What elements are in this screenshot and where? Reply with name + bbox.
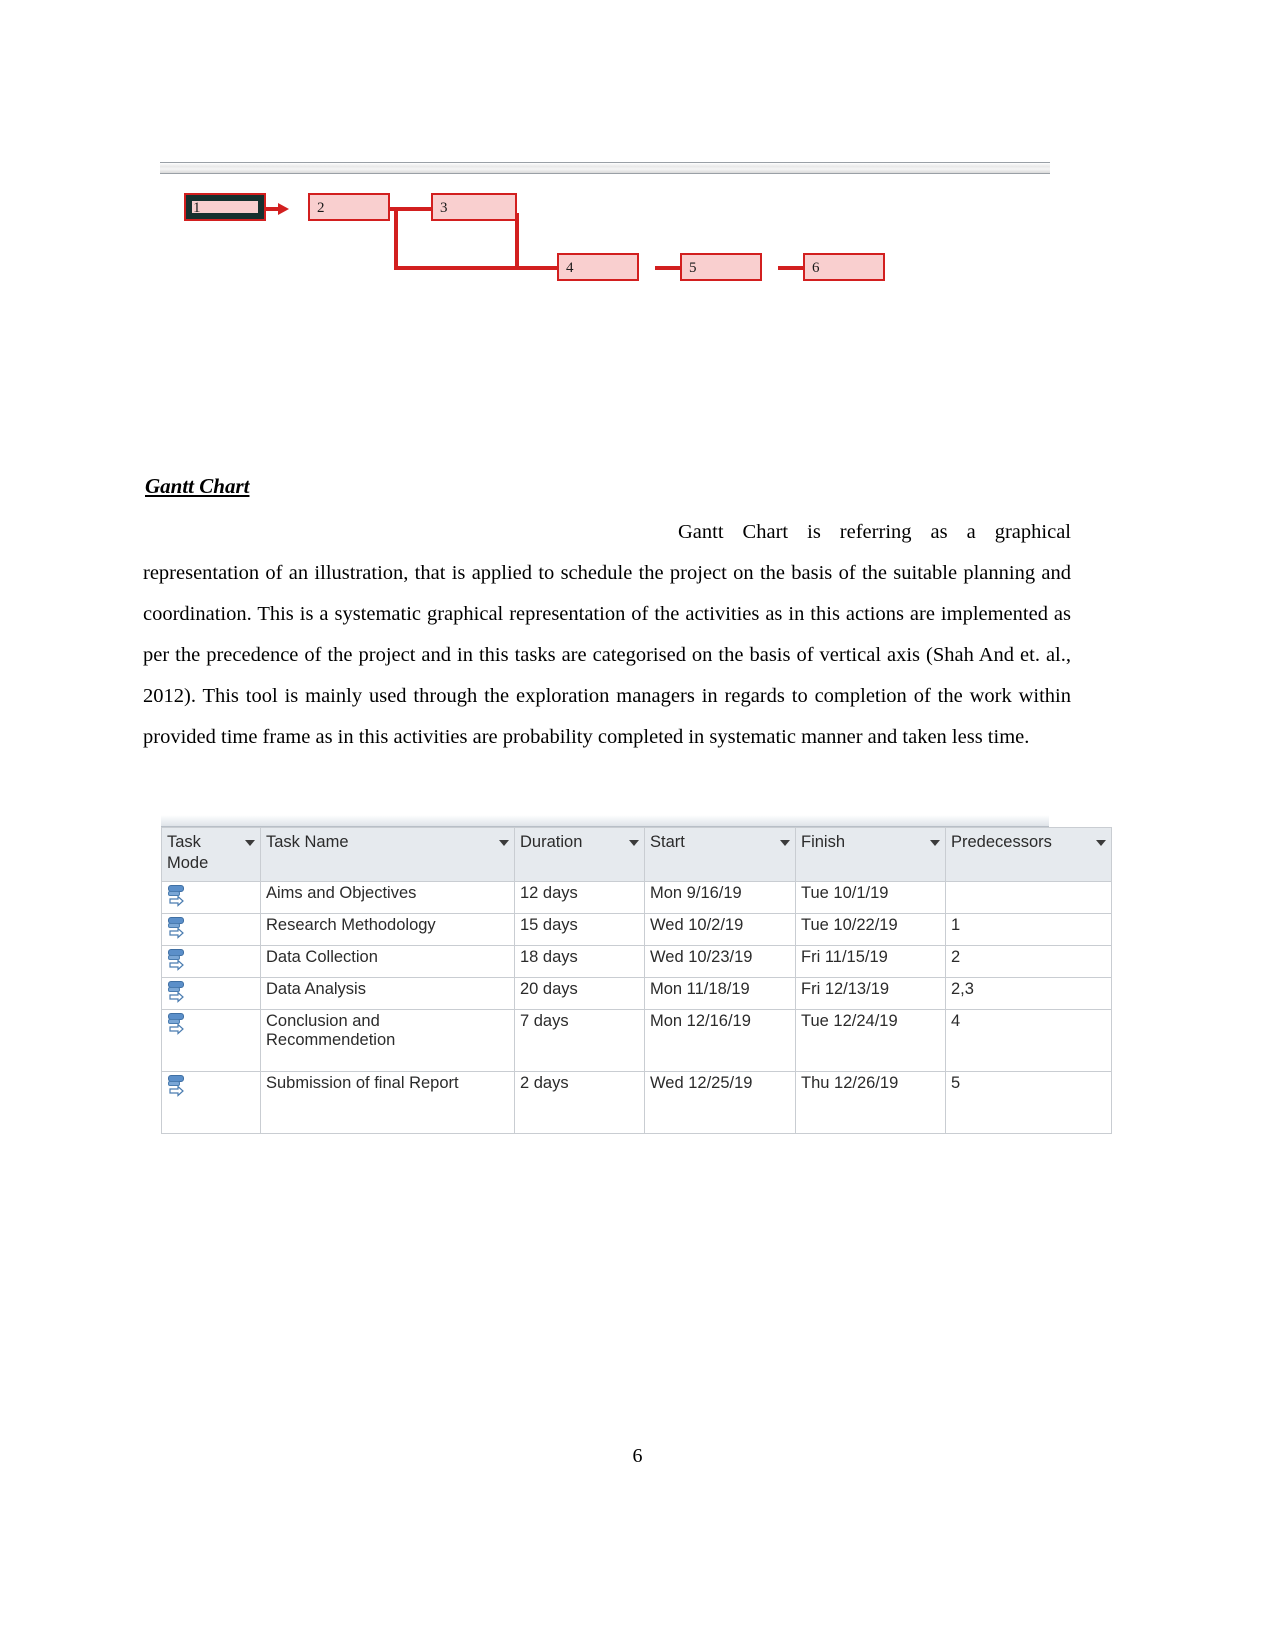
cell-task-name[interactable]: Data Analysis <box>260 977 515 1010</box>
cell-finish[interactable]: Tue 12/24/19 <box>795 1009 946 1072</box>
arrowhead-into-2 <box>278 203 289 215</box>
network-node-4[interactable]: 4 <box>557 253 639 281</box>
network-node-label: 6 <box>812 260 820 276</box>
chevron-down-icon[interactable] <box>930 840 940 846</box>
network-node-6[interactable]: 6 <box>803 253 885 281</box>
cell-start[interactable]: Mon 11/18/19 <box>644 977 796 1010</box>
cell-start[interactable]: Wed 12/25/19 <box>644 1071 796 1134</box>
cell-predecessors[interactable]: 4 <box>945 1009 1112 1072</box>
auto-schedule-icon <box>167 1012 189 1038</box>
chevron-down-icon[interactable] <box>499 840 509 846</box>
cell-start[interactable]: Wed 10/2/19 <box>644 913 796 946</box>
table-body: Aims and Objectives 12 days Mon 9/16/19 … <box>161 881 1112 1134</box>
cell-task-mode[interactable] <box>161 945 261 978</box>
column-header-label: Task Mode <box>167 833 209 872</box>
connector-3-to-4-vertical <box>515 213 519 269</box>
column-header-task-mode[interactable]: Task Mode <box>161 827 261 882</box>
cell-predecessors[interactable]: 5 <box>945 1071 1112 1134</box>
column-header-task-name[interactable]: Task Name <box>260 827 515 882</box>
cell-task-mode[interactable] <box>161 913 261 946</box>
column-header-label: Predecessors <box>951 833 1052 851</box>
column-header-label: Duration <box>520 833 583 851</box>
table-row[interactable]: Data Collection 18 days Wed 10/23/19 Fri… <box>161 945 1112 978</box>
column-header-predecessors[interactable]: Predecessors <box>945 827 1112 882</box>
auto-schedule-icon <box>167 916 189 942</box>
network-node-label: 1 <box>193 200 201 216</box>
column-header-label: Finish <box>801 833 846 851</box>
cell-finish[interactable]: Fri 11/15/19 <box>795 945 946 978</box>
network-node-label: 4 <box>566 260 574 276</box>
page-heading: Gantt Chart <box>145 474 250 498</box>
cell-task-mode[interactable] <box>161 977 261 1010</box>
cell-task-mode[interactable] <box>161 881 261 914</box>
table-row[interactable]: Data Analysis 20 days Mon 11/18/19 Fri 1… <box>161 977 1112 1010</box>
column-header-finish[interactable]: Finish <box>795 827 946 882</box>
cell-duration[interactable]: 12 days <box>514 881 645 914</box>
cell-task-mode[interactable] <box>161 1071 261 1134</box>
auto-schedule-icon <box>167 948 189 974</box>
cell-start[interactable]: Mon 9/16/19 <box>644 881 796 914</box>
table-row[interactable]: Aims and Objectives 12 days Mon 9/16/19 … <box>161 881 1112 914</box>
cell-finish[interactable]: Tue 10/22/19 <box>795 913 946 946</box>
network-node-5[interactable]: 5 <box>680 253 762 281</box>
cell-duration[interactable]: 2 days <box>514 1071 645 1134</box>
cell-predecessors[interactable]: 2 <box>945 945 1112 978</box>
network-node-label: 2 <box>317 200 325 216</box>
cell-duration[interactable]: 15 days <box>514 913 645 946</box>
table-header-row: Task Mode Task Name Duration Start Finis… <box>161 827 1112 882</box>
cell-duration[interactable]: 7 days <box>514 1009 645 1072</box>
network-node-label: 5 <box>689 260 697 276</box>
column-header-start[interactable]: Start <box>644 827 796 882</box>
column-header-label: Task Name <box>266 833 349 851</box>
cell-task-name[interactable]: Aims and Objectives <box>260 881 515 914</box>
chevron-down-icon[interactable] <box>245 840 255 846</box>
cell-finish[interactable]: Thu 12/26/19 <box>795 1071 946 1134</box>
table-row[interactable]: Submission of final Report 2 days Wed 12… <box>161 1071 1112 1134</box>
chevron-down-icon[interactable] <box>780 840 790 846</box>
cell-finish[interactable]: Tue 10/1/19 <box>795 881 946 914</box>
cell-finish[interactable]: Fri 12/13/19 <box>795 977 946 1010</box>
network-node-3[interactable]: 3 <box>431 193 517 221</box>
cell-start[interactable]: Wed 10/23/19 <box>644 945 796 978</box>
table-row[interactable]: Conclusion and Recommendetion 7 days Mon… <box>161 1009 1112 1072</box>
cell-predecessors[interactable] <box>945 881 1112 914</box>
cell-task-name[interactable]: Conclusion and Recommendetion <box>260 1009 515 1072</box>
body-paragraph: Gantt Chart is referring as a graphical … <box>143 521 1071 748</box>
cell-task-name[interactable]: Data Collection <box>260 945 515 978</box>
cell-predecessors[interactable]: 1 <box>945 913 1112 946</box>
auto-schedule-icon <box>167 980 189 1006</box>
auto-schedule-icon <box>167 1074 189 1100</box>
chevron-down-icon[interactable] <box>1096 840 1106 846</box>
column-header-label: Start <box>650 833 685 851</box>
network-node-1[interactable]: 1 <box>184 193 266 221</box>
network-node-2[interactable]: 2 <box>308 193 390 221</box>
network-node-label: 3 <box>440 200 448 216</box>
cell-predecessors[interactable]: 2,3 <box>945 977 1112 1010</box>
horizontal-scrollbar-rail[interactable] <box>160 162 1050 174</box>
cell-task-name[interactable]: Research Methodology <box>260 913 515 946</box>
page-number: 6 <box>632 1445 643 1467</box>
cell-task-name[interactable]: Submission of final Report <box>260 1071 515 1134</box>
cell-duration[interactable]: 20 days <box>514 977 645 1010</box>
chevron-down-icon[interactable] <box>629 840 639 846</box>
cell-task-mode[interactable] <box>161 1009 261 1072</box>
table-top-rail <box>161 815 1049 827</box>
column-header-duration[interactable]: Duration <box>514 827 645 882</box>
project-task-table: Task Mode Task Name Duration Start Finis… <box>161 815 1112 1134</box>
table-row[interactable]: Research Methodology 15 days Wed 10/2/19… <box>161 913 1112 946</box>
network-diagram: 1 2 3 4 5 6 <box>160 155 1050 305</box>
cell-duration[interactable]: 18 days <box>514 945 645 978</box>
connector-2-to-4-vertical <box>394 207 398 269</box>
cell-start[interactable]: Mon 12/16/19 <box>644 1009 796 1072</box>
auto-schedule-icon <box>167 884 189 910</box>
